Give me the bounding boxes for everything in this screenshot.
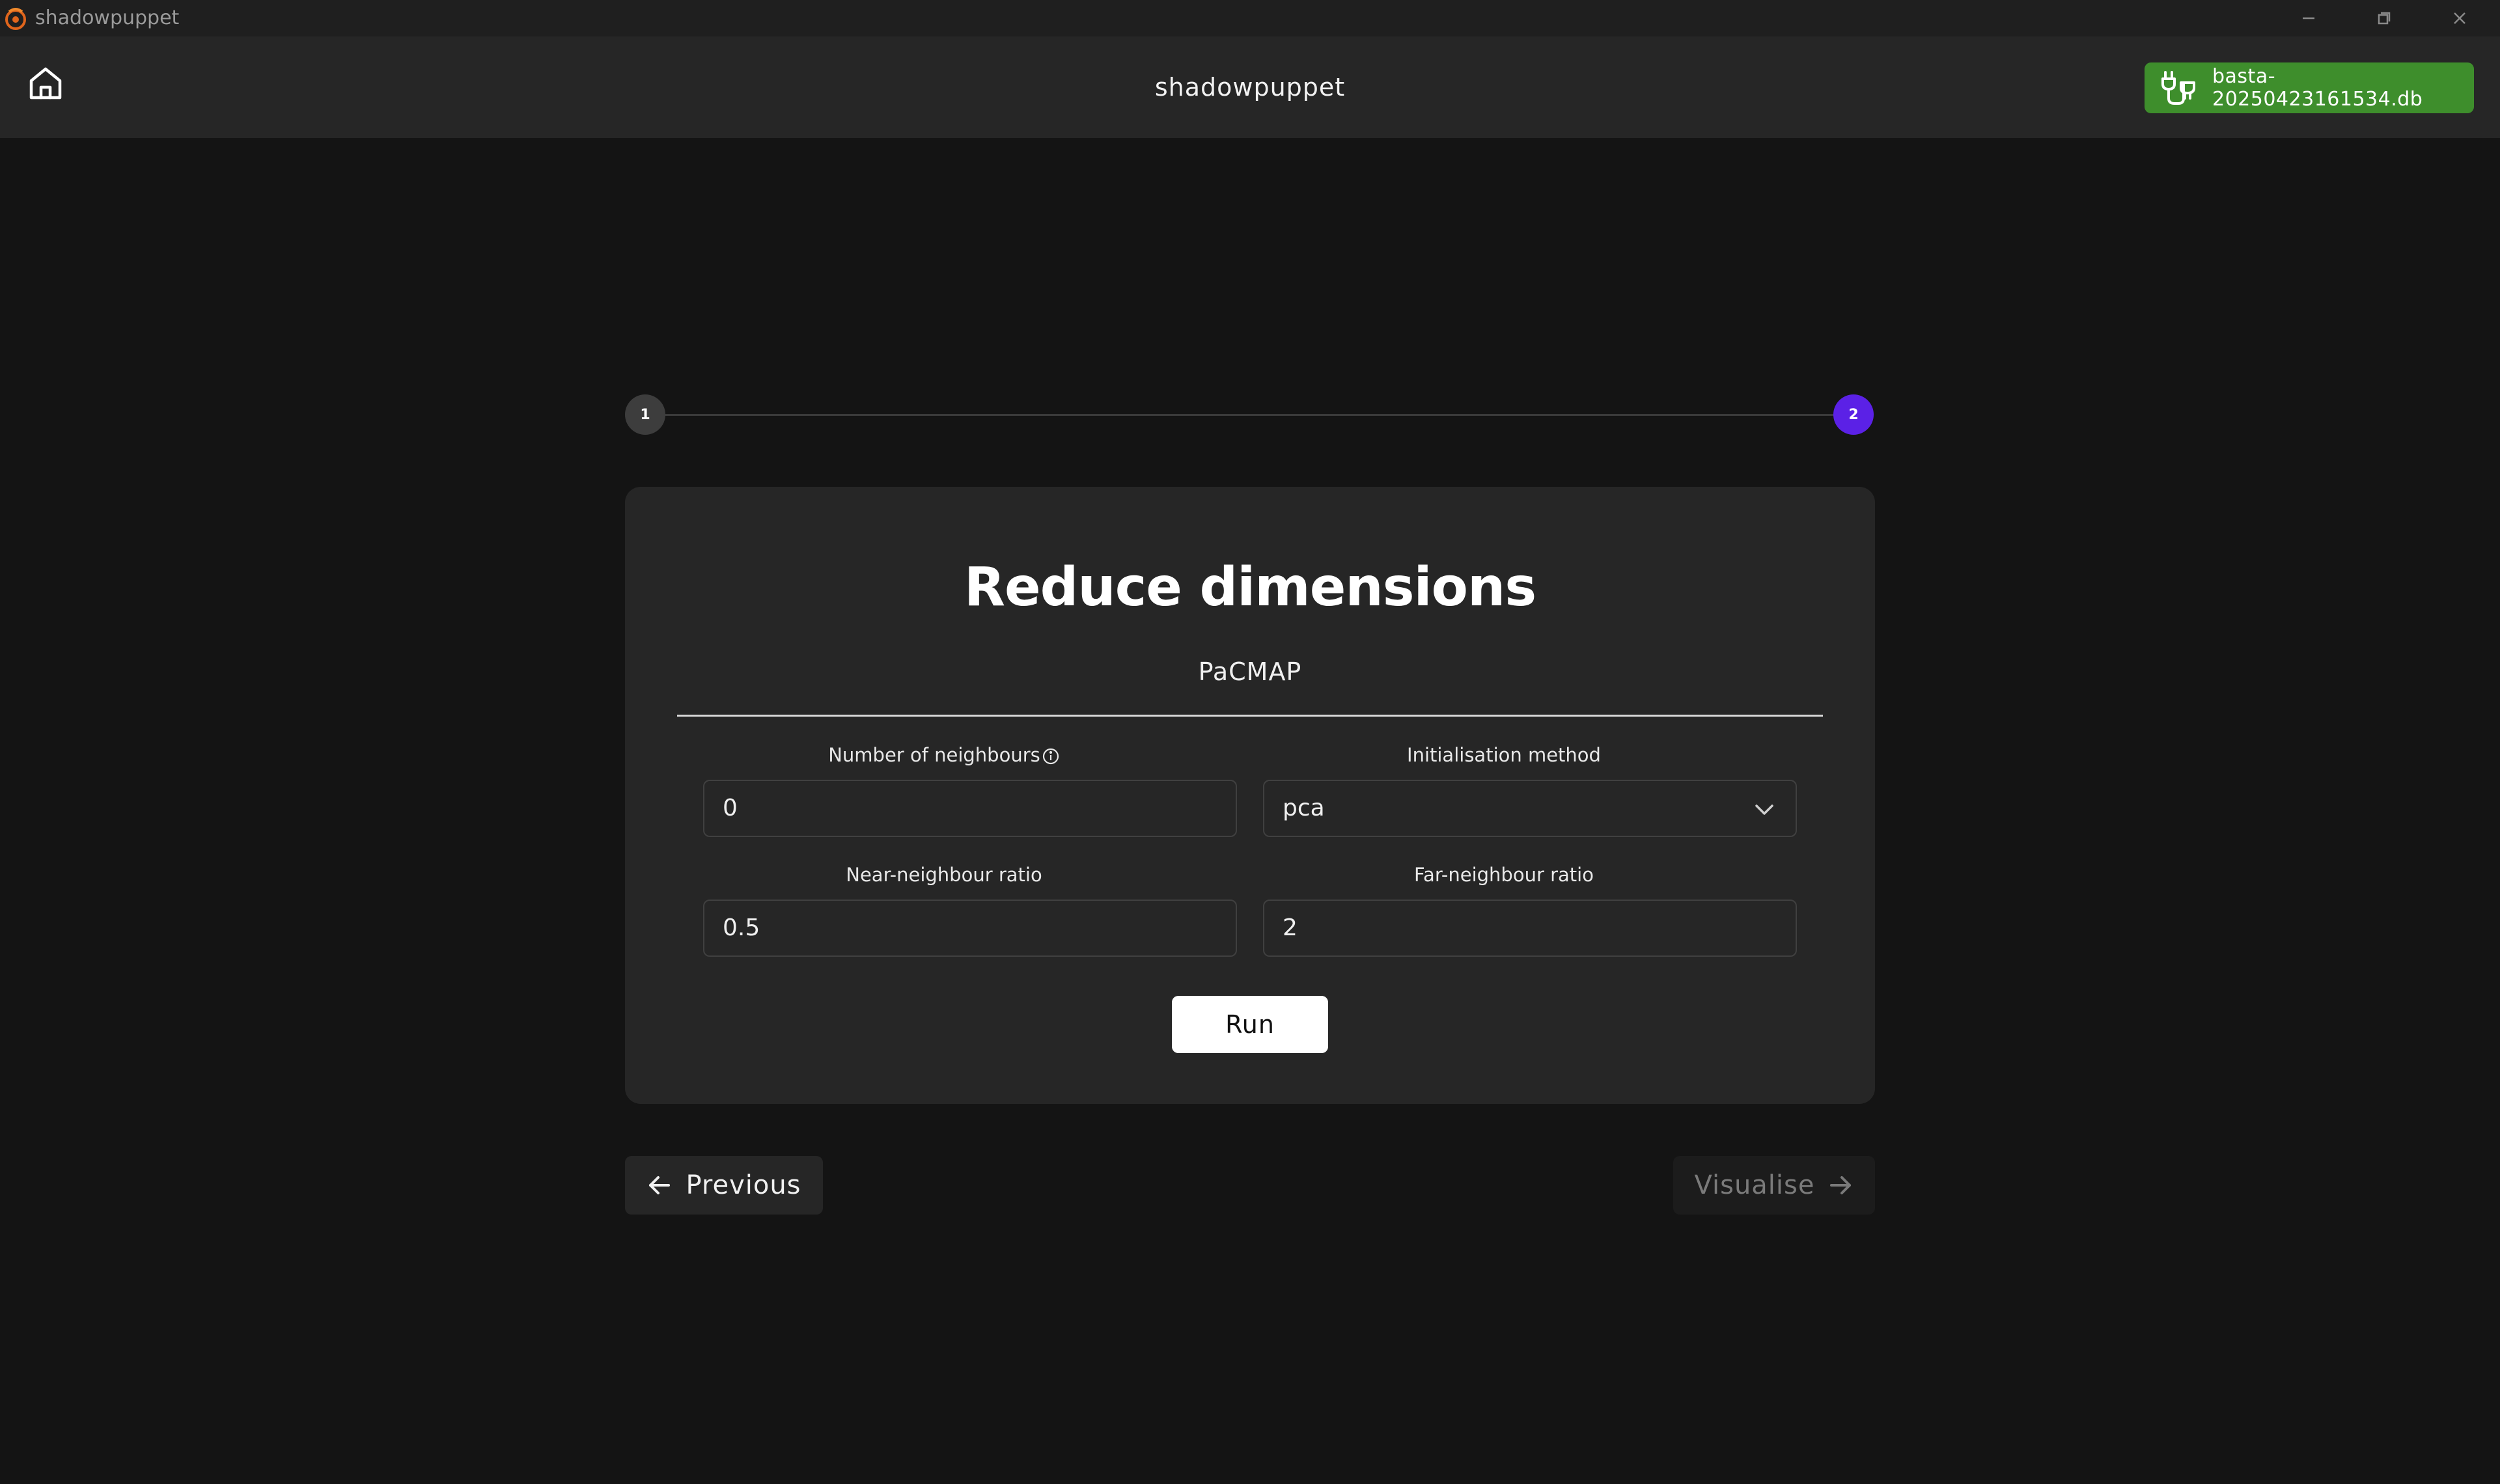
home-icon <box>29 67 62 100</box>
window-titlebar: shadowpuppet <box>0 0 2500 36</box>
step-2-indicator[interactable]: 2 <box>1833 394 1874 435</box>
header-title: shadowpuppet <box>1154 73 1346 102</box>
app-header: shadowpuppet basta-20250423161534.db <box>0 36 2500 138</box>
visualise-button[interactable]: Visualise <box>1673 1156 1875 1215</box>
database-badge[interactable]: basta-20250423161534.db <box>2145 62 2474 113</box>
stepper-track <box>664 414 1842 416</box>
init-method-value: pca <box>1283 795 1325 821</box>
neighbours-input[interactable]: 0 <box>703 780 1237 837</box>
arrow-right-icon <box>1830 1176 1852 1194</box>
restore-icon <box>2378 12 2391 25</box>
restore-button[interactable] <box>2346 0 2422 36</box>
window-title: shadowpuppet <box>35 7 180 29</box>
far-ratio-input[interactable]: 2 <box>1263 900 1797 957</box>
reduce-dimensions-card: Reduce dimensions PaCMAP Number of neigh… <box>625 487 1875 1104</box>
home-button[interactable] <box>22 60 69 107</box>
minimize-icon <box>2303 17 2314 20</box>
previous-button[interactable]: Previous <box>625 1156 823 1215</box>
step-1-indicator[interactable]: 1 <box>625 394 665 435</box>
close-icon <box>2454 12 2465 24</box>
close-button[interactable] <box>2422 0 2497 36</box>
database-name: basta-20250423161534.db <box>2212 65 2423 111</box>
arrow-left-icon <box>649 1176 671 1194</box>
visualise-label: Visualise <box>1694 1170 1815 1200</box>
far-ratio-label: Far-neighbour ratio <box>1414 864 1594 886</box>
tab-underline <box>677 715 1823 717</box>
page-title: Reduce dimensions <box>964 556 1536 618</box>
init-method-select[interactable]: pca <box>1263 780 1797 837</box>
minimize-button[interactable] <box>2271 0 2346 36</box>
near-ratio-input[interactable]: 0.5 <box>703 900 1237 957</box>
info-icon[interactable] <box>1042 747 1060 765</box>
init-method-label: Initialisation method <box>1407 744 1601 766</box>
chevron-down-icon <box>1755 804 1773 815</box>
previous-label: Previous <box>686 1170 801 1200</box>
neighbours-label: Number of neighbours <box>677 741 1211 769</box>
run-button[interactable]: Run <box>1172 996 1328 1053</box>
plug-icon <box>2161 71 2195 105</box>
tab-pacmap[interactable]: PaCMAP <box>1120 652 1380 691</box>
near-ratio-label: Near-neighbour ratio <box>846 864 1042 886</box>
app-logo-icon <box>5 8 26 30</box>
neighbours-label-text: Number of neighbours <box>828 744 1040 766</box>
